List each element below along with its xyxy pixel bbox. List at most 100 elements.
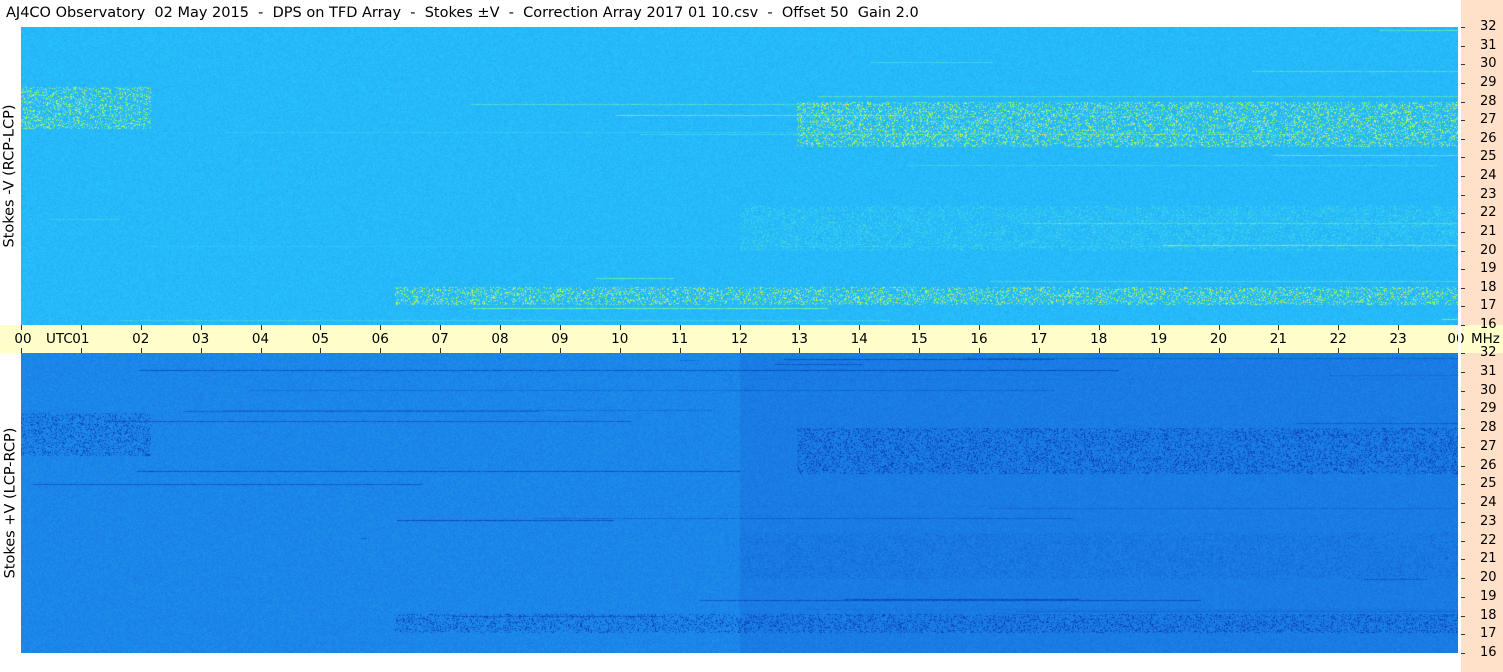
frequency-tick-mark <box>1461 325 1465 326</box>
frequency-tick-label: 28 <box>1480 93 1497 109</box>
chart-title: AJ4CO Observatory 02 May 2015 - DPS on T… <box>6 5 919 21</box>
frequency-tick-label: 17 <box>1480 298 1497 314</box>
spectrogram-bottom <box>21 353 1458 653</box>
frequency-tick-label: 19 <box>1480 588 1497 604</box>
frequency-tick-label: 27 <box>1480 112 1497 128</box>
frequency-axis-bottom: 32 31 30 29 28 27 26 25 24 23 22 21 20 19 18 17 16 <box>1461 346 1503 672</box>
frequency-tick-label: 24 <box>1480 495 1497 510</box>
frequency-tick-label: 30 <box>1480 382 1497 398</box>
frequency-tick-mark <box>1461 194 1465 196</box>
frequency-tick-mark <box>1461 428 1465 429</box>
frequency-tick-label: 28 <box>1480 420 1497 435</box>
frequency-tick-label: 21 <box>1480 551 1497 567</box>
frequency-tick-mark <box>1461 503 1465 504</box>
frequency-tick-mark <box>1461 634 1465 636</box>
bottom-panel-ylabel: Stokes +V (LCP-RCP) <box>2 427 18 579</box>
frequency-tick-label: 22 <box>1480 205 1497 221</box>
frequency-tick-label: 31 <box>1480 37 1497 53</box>
frequency-tick-mark <box>1461 269 1465 271</box>
frequency-tick-label: 22 <box>1480 532 1497 548</box>
frequency-tick-mark <box>1461 231 1465 233</box>
frequency-tick-mark <box>1461 615 1465 617</box>
time-unit-label: UTC <box>46 331 73 347</box>
time-tick-label: 02 <box>132 331 150 347</box>
frequency-tick-mark <box>1461 540 1465 542</box>
frequency-tick-label: 18 <box>1480 279 1497 295</box>
frequency-tick-label: 16 <box>1480 317 1497 332</box>
time-tick-label: 01 <box>72 331 90 347</box>
time-tick-label: 09 <box>551 331 569 347</box>
frequency-tick-mark <box>1461 82 1465 84</box>
frequency-tick-mark <box>1461 157 1465 159</box>
frequency-tick-label: 20 <box>1480 242 1497 258</box>
time-tick-label: 10 <box>611 331 629 347</box>
frequency-tick-mark <box>1461 27 1465 28</box>
frequency-tick-label: 16 <box>1480 645 1497 660</box>
time-tick-label: 16 <box>970 331 988 347</box>
time-tick-label: 03 <box>192 331 210 347</box>
frequency-tick-mark <box>1461 409 1465 411</box>
frequency-axis-top: 32 31 30 29 28 27 26 25 24 23 22 21 20 19 18 17 16 <box>1461 0 1503 332</box>
time-tick-label: 07 <box>431 331 449 347</box>
frequency-tick-label: 23 <box>1480 513 1497 529</box>
frequency-tick-label: 23 <box>1480 186 1497 202</box>
frequency-tick-label: 17 <box>1480 626 1497 642</box>
top-panel-ylabel: Stokes -V (RCP-LCP) <box>2 104 19 248</box>
frequency-tick-label: 32 <box>1480 19 1497 34</box>
time-tick-label: 14 <box>850 331 868 347</box>
frequency-tick-mark <box>1461 306 1465 308</box>
frequency-tick-mark <box>1461 120 1465 122</box>
frequency-tick-mark <box>1461 521 1465 523</box>
time-tick-label: 06 <box>371 331 389 347</box>
frequency-tick-mark <box>1461 596 1465 598</box>
time-tick-label: 20 <box>1209 331 1228 347</box>
frequency-tick-mark <box>1461 390 1465 392</box>
heatmap-top <box>21 27 1458 325</box>
frequency-tick-label: 21 <box>1480 223 1497 239</box>
time-tick-label: 21 <box>1269 331 1287 347</box>
frequency-tick-mark <box>1461 64 1465 66</box>
frequency-tick-mark <box>1461 653 1465 654</box>
frequency-tick-label: 32 <box>1480 345 1497 360</box>
frequency-tick-label: 26 <box>1480 457 1497 473</box>
time-tick-label: 23 <box>1389 331 1407 347</box>
frequency-tick-mark <box>1461 138 1465 140</box>
frequency-tick-label: 19 <box>1480 261 1497 277</box>
time-tick-label: 12 <box>730 331 749 347</box>
frequency-tick-label: 25 <box>1480 476 1497 492</box>
time-tick-label: 08 <box>491 331 509 347</box>
frequency-tick-mark <box>1461 371 1465 373</box>
frequency-tick-mark <box>1461 446 1465 448</box>
frequency-tick-mark <box>1461 559 1465 561</box>
time-tick-label: 15 <box>910 331 928 347</box>
frequency-tick-mark <box>1461 287 1465 289</box>
time-tick-label: 22 <box>1329 331 1347 347</box>
spectrogram-top <box>21 27 1458 325</box>
time-tick-label: 00 <box>1447 331 1465 347</box>
heatmap-bottom <box>21 353 1458 653</box>
frequency-tick-mark <box>1461 250 1465 252</box>
frequency-tick-label: 29 <box>1480 74 1497 90</box>
time-tick-label: 11 <box>671 331 689 347</box>
frequency-tick-mark <box>1461 45 1465 47</box>
frequency-tick-label: 30 <box>1480 56 1497 72</box>
frequency-tick-mark <box>1461 176 1465 177</box>
frequency-tick-label: 24 <box>1480 168 1497 183</box>
frequency-tick-mark <box>1461 578 1465 579</box>
time-axis: 00 01 02 03 04 05 06 07 08 09 10 11 12 13 14 15 16 17 18 19… <box>0 325 1503 353</box>
time-tick-label: 18 <box>1090 331 1108 347</box>
time-tick-label: 00 <box>14 331 32 347</box>
frequency-tick-label: 20 <box>1480 570 1497 585</box>
frequency-tick-label: 27 <box>1480 438 1497 454</box>
time-tick-label: 13 <box>790 331 808 347</box>
frequency-tick-mark <box>1461 465 1465 467</box>
time-tick-label: 17 <box>1030 331 1048 347</box>
frequency-tick-mark <box>1461 213 1465 215</box>
time-tick-label: 19 <box>1150 331 1168 347</box>
frequency-tick-label: 26 <box>1480 130 1497 146</box>
frequency-tick-label: 29 <box>1480 401 1497 417</box>
frequency-tick-label: 31 <box>1480 363 1497 379</box>
frequency-tick-label: 25 <box>1480 149 1497 165</box>
time-tick-label: 04 <box>251 331 270 347</box>
time-tick-label: 05 <box>311 331 329 347</box>
